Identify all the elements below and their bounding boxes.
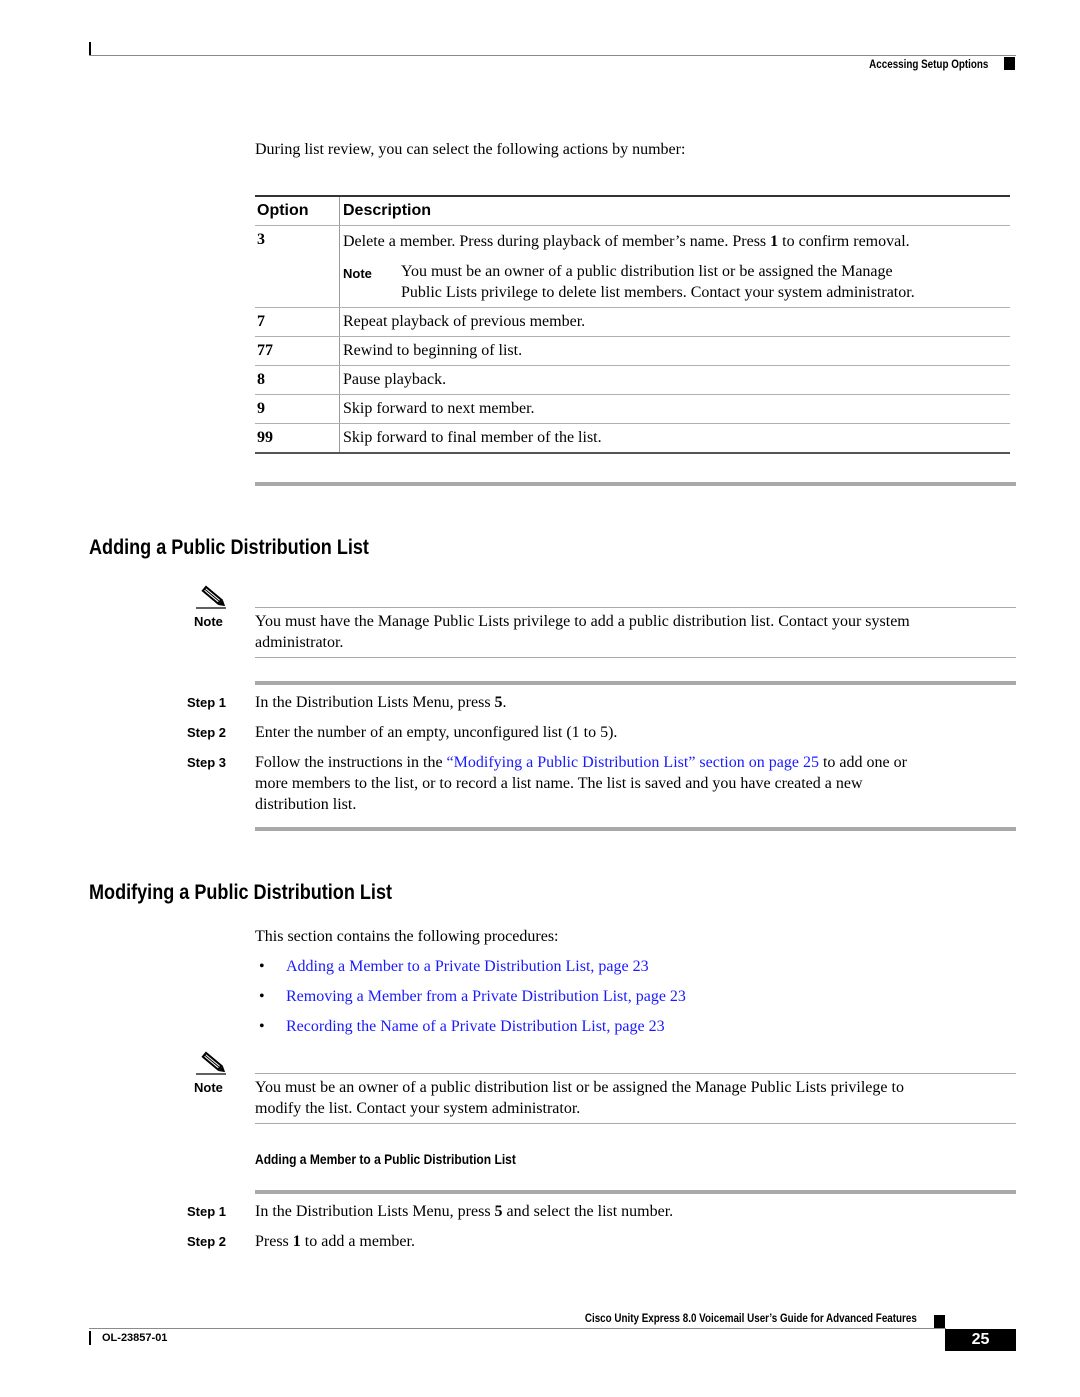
list-item: • Removing a Member from a Private Distri… bbox=[255, 986, 686, 1016]
section-heading-modifying: Modifying a Public Distribution List bbox=[89, 881, 393, 904]
step-label: Step 1 bbox=[186, 1204, 226, 1219]
procedure-link[interactable]: Recording the Name of a Private Distribu… bbox=[286, 1018, 665, 1035]
procedure-top-rule bbox=[255, 1190, 1016, 1194]
step-text: Press 1 to add a member. bbox=[255, 1233, 415, 1250]
option-description: Delete a member. Press during playback o… bbox=[343, 233, 910, 250]
step-text: In the Distribution Lists Menu, press 5 … bbox=[255, 1203, 674, 1220]
option-description: Skip forward to final member of the list… bbox=[343, 429, 602, 446]
procedure-link[interactable]: Adding a Member to a Private Distributio… bbox=[286, 958, 649, 975]
note-top-rule bbox=[255, 1073, 1016, 1074]
step-text: Follow the instructions in the “Modifyin… bbox=[255, 754, 907, 813]
footer-book-title: Cisco Unity Express 8.0 Voicemail User’s… bbox=[585, 1311, 917, 1325]
bullet-icon: • bbox=[259, 1018, 265, 1035]
table-header-row: Option Description bbox=[255, 197, 1010, 226]
procedure-bottom-rule bbox=[255, 827, 1016, 831]
option-value: 99 bbox=[257, 429, 273, 446]
step-label: Step 3 bbox=[186, 755, 226, 770]
note-label: Note bbox=[194, 1080, 223, 1095]
note-bottom-rule bbox=[255, 1123, 1016, 1124]
intro-text: During list review, you can select the f… bbox=[255, 141, 686, 158]
table-row: 3 Delete a member. Press during playback… bbox=[255, 226, 1010, 308]
note-text: You must be an owner of a public distrib… bbox=[255, 1079, 904, 1117]
step-text: Enter the number of an empty, unconfigur… bbox=[255, 724, 618, 741]
procedure-link[interactable]: Removing a Member from a Private Distrib… bbox=[286, 988, 686, 1005]
option-value: 8 bbox=[257, 371, 265, 388]
note-text-line: You must be an owner of a public distrib… bbox=[401, 263, 893, 280]
option-description: Skip forward to next member. bbox=[343, 400, 535, 417]
page-number: 25 bbox=[945, 1329, 1016, 1351]
header-description: Description bbox=[343, 202, 432, 219]
note-text: You must have the Manage Public Lists pr… bbox=[255, 613, 910, 651]
step-label: Step 2 bbox=[186, 725, 226, 740]
table-row: 9 Skip forward to next member. bbox=[255, 395, 1010, 424]
header-block-marker bbox=[1004, 57, 1015, 70]
running-header-title: Accessing Setup Options bbox=[868, 57, 988, 71]
option-value: 77 bbox=[257, 342, 273, 359]
section-end-rule bbox=[255, 482, 1016, 486]
footer-block-marker bbox=[934, 1315, 945, 1328]
option-description: Repeat playback of previous member. bbox=[343, 313, 586, 330]
footer-doc-number: OL-23857-01 bbox=[102, 1332, 168, 1344]
header-option: Option bbox=[257, 202, 309, 219]
section-intro: This section contains the following proc… bbox=[255, 928, 559, 945]
step-text: In the Distribution Lists Menu, press 5. bbox=[255, 694, 507, 711]
cross-reference-link[interactable]: “Modifying a Public Distribution List” s… bbox=[447, 754, 819, 771]
note-label: Note bbox=[343, 266, 372, 281]
pencil-note-icon bbox=[196, 1051, 226, 1075]
pencil-note-icon bbox=[196, 585, 226, 609]
option-value: 7 bbox=[257, 313, 265, 330]
table-row: 99 Skip forward to final member of the l… bbox=[255, 424, 1010, 454]
list-item: • Recording the Name of a Private Distrib… bbox=[255, 1016, 686, 1046]
note-top-rule bbox=[255, 607, 1016, 608]
option-value: 9 bbox=[257, 400, 265, 417]
table-row: 7 Repeat playback of previous member. bbox=[255, 308, 1010, 337]
procedure-top-rule bbox=[255, 681, 1016, 685]
step-label: Step 1 bbox=[186, 695, 226, 710]
footer-rule bbox=[89, 1328, 946, 1329]
footer-margin-bar bbox=[89, 1331, 91, 1345]
step-label: Step 2 bbox=[186, 1234, 226, 1249]
options-table: Option Description 3 Delete a member. Pr… bbox=[255, 195, 1010, 454]
section-heading-adding: Adding a Public Distribution List bbox=[89, 536, 369, 559]
list-item: • Adding a Member to a Private Distributi… bbox=[255, 956, 686, 986]
note-text-line: Public Lists privilege to delete list me… bbox=[401, 284, 915, 301]
option-value: 3 bbox=[257, 231, 265, 248]
header-margin-bar bbox=[89, 42, 91, 56]
bullet-icon: • bbox=[259, 988, 265, 1005]
bullet-icon: • bbox=[259, 958, 265, 975]
note-bottom-rule bbox=[255, 657, 1016, 658]
inline-note: Note You must be an owner of a public di… bbox=[343, 261, 1010, 303]
procedure-list: • Adding a Member to a Private Distributi… bbox=[255, 956, 686, 1046]
table-row: 77 Rewind to beginning of list. bbox=[255, 337, 1010, 366]
header-rule bbox=[89, 55, 1016, 56]
subsection-heading: Adding a Member to a Public Distribution… bbox=[255, 1151, 516, 1167]
option-description: Rewind to beginning of list. bbox=[343, 342, 523, 359]
option-description: Pause playback. bbox=[343, 371, 447, 388]
note-label: Note bbox=[194, 614, 223, 629]
table-row: 8 Pause playback. bbox=[255, 366, 1010, 395]
